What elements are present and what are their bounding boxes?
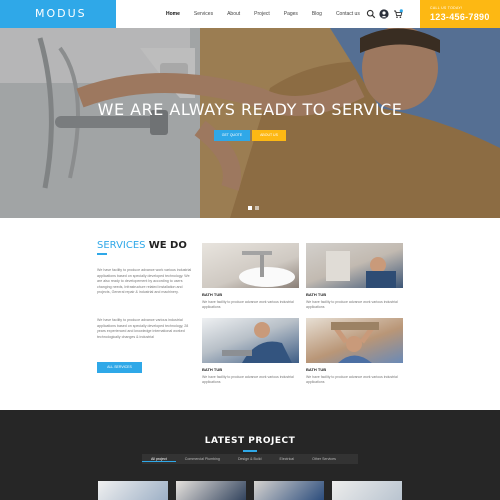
service-title: BATH TUB [306, 367, 327, 372]
services-paragraph: We have facility to produce advance work… [97, 268, 192, 294]
project-thumbnail[interactable] [98, 481, 168, 500]
nav-home[interactable]: Home [166, 11, 180, 17]
service-title: BATH TUB [306, 292, 327, 297]
nav-services[interactable]: Services [194, 11, 213, 17]
hero-slider: WE ARE ALWAYS READY TO SERVICE GET QUOTE… [0, 28, 500, 218]
service-image[interactable] [306, 318, 403, 363]
cart-icon[interactable] [393, 9, 403, 19]
service-image[interactable] [202, 243, 299, 288]
service-image[interactable] [202, 318, 299, 363]
project-thumbnail[interactable] [254, 481, 324, 500]
heading-underline [243, 450, 257, 452]
tab-electrical[interactable]: Electrical [271, 457, 304, 461]
services-heading: SERVICES WE DO [97, 240, 187, 251]
slider-dots [248, 206, 262, 210]
site-header: MODUS Home Services About Project Pages … [0, 0, 500, 28]
tab-commercial-plumbing[interactable]: Commercial Plumbing [176, 457, 229, 461]
service-title: BATH TUB [202, 367, 223, 372]
tab-all-project[interactable]: All project [142, 457, 176, 462]
services-heading-part1: SERVICES [97, 240, 146, 251]
services-paragraph: We have facility to produce advance vari… [97, 318, 189, 339]
nav-pages[interactable]: Pages [284, 11, 298, 17]
nav-project[interactable]: Project [254, 11, 270, 17]
call-label: CALL US TODAY! [430, 6, 463, 10]
project-thumbnail[interactable] [176, 481, 246, 500]
tab-other-services[interactable]: Other Services [303, 457, 345, 461]
service-description: We have facility to produce advance work… [306, 300, 398, 309]
service-description: We have facility to produce advance work… [202, 300, 294, 309]
tab-design-build[interactable]: Design & Build [229, 457, 271, 461]
search-icon[interactable] [366, 9, 376, 19]
nav-blog[interactable]: Blog [312, 11, 322, 17]
service-card[interactable]: BATH TUB We have facility to produce adv… [306, 318, 403, 385]
phone-number[interactable]: 123-456-7890 [430, 12, 500, 22]
service-description: We have facility to produce advance work… [306, 375, 398, 384]
hero-title: WE ARE ALWAYS READY TO SERVICE [97, 100, 403, 119]
nav-contact[interactable]: Contact us [336, 11, 360, 17]
latest-project-title: LATEST PROJECT [204, 436, 296, 446]
services-heading-part2: WE DO [148, 240, 187, 251]
user-icon[interactable] [379, 9, 389, 19]
all-services-button[interactable]: ALL SERVICES [97, 362, 142, 373]
service-card[interactable]: BATH TUB We have facility to produce adv… [306, 243, 403, 310]
call-box: CALL US TODAY! 123-456-7890 [420, 0, 500, 28]
nav-about[interactable]: About [227, 11, 240, 17]
site-logo[interactable]: MODUS [0, 0, 116, 28]
about-us-button[interactable]: ABOUT US [252, 130, 286, 141]
service-card[interactable]: BATH TUB We have facility to produce adv… [202, 318, 299, 385]
project-filter-tabs: All project Commercial Plumbing Design &… [142, 454, 358, 464]
service-title: BATH TUB [202, 292, 223, 297]
slider-dot[interactable] [248, 206, 252, 210]
project-thumbnail[interactable] [332, 481, 402, 500]
service-image[interactable] [306, 243, 403, 288]
hero-overlay [0, 28, 500, 218]
slider-dot[interactable] [255, 206, 259, 210]
service-description: We have facility to produce advance work… [202, 375, 294, 384]
main-nav: Home Services About Project Pages Blog C… [166, 0, 374, 28]
get-quote-button[interactable]: GET QUOTE [214, 130, 250, 141]
service-card[interactable]: BATH TUB We have facility to produce adv… [202, 243, 299, 310]
heading-underline [97, 253, 107, 255]
